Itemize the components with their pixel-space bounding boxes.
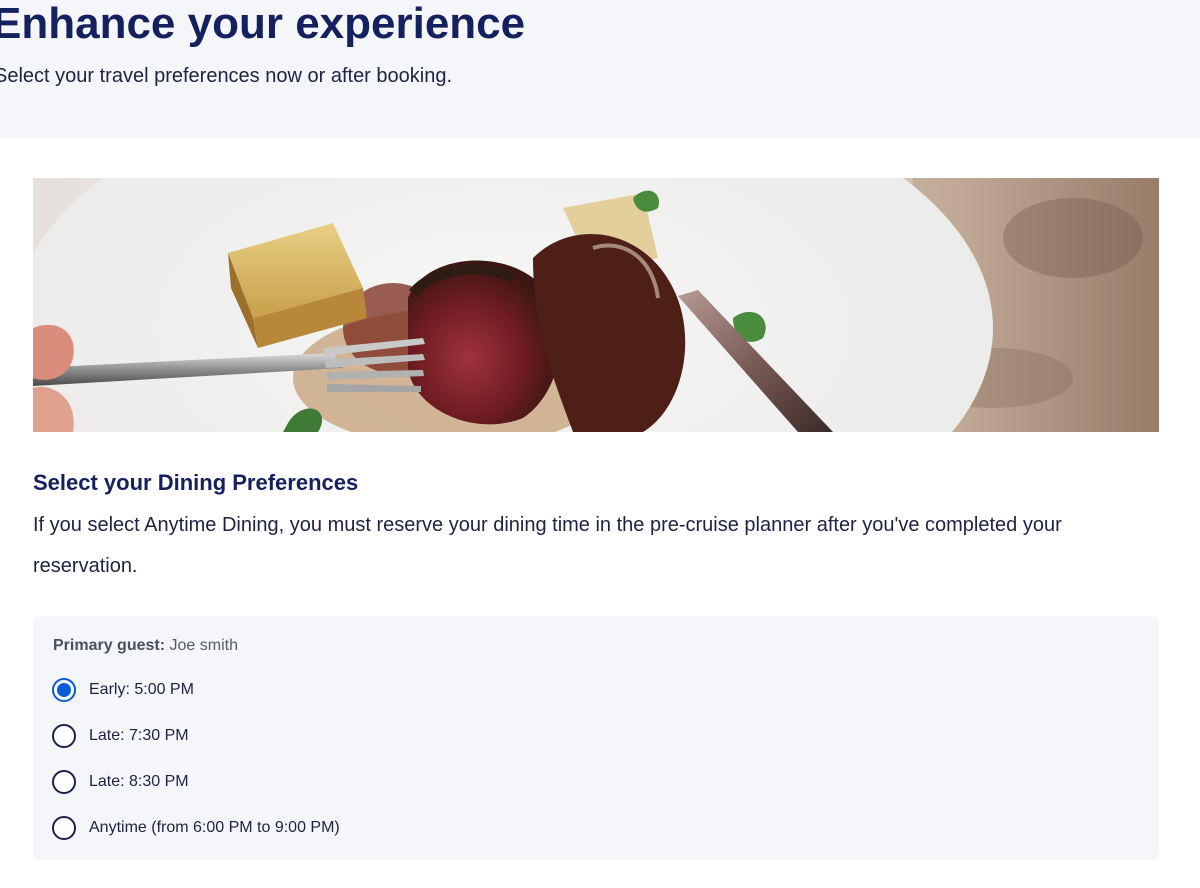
radio-button[interactable] [52,724,76,748]
primary-guest-label: Primary guest: [53,637,166,654]
dining-option-label: Late: 7:30 PM [89,727,189,744]
dining-hero-image [33,178,1159,432]
radio-button[interactable] [52,770,76,794]
dining-option-late-830[interactable]: Late: 8:30 PM [52,768,189,796]
dining-option-label: Early: 5:00 PM [89,681,194,698]
page-title: Enhance your experience [0,0,526,48]
dining-option-late-730[interactable]: Late: 7:30 PM [52,722,189,750]
dining-preferences-heading: Select your Dining Preferences [33,470,359,495]
primary-guest-line: Primary guest: Joe smith [53,636,238,656]
dining-description: If you select Anytime Dining, you must r… [33,514,1062,577]
header-band: Enhance your experience Select your trav… [0,0,1200,138]
radio-button[interactable] [52,816,76,840]
dining-option-early-500[interactable]: Early: 5:00 PM [52,676,194,704]
radio-button[interactable] [52,678,76,702]
dining-option-anytime[interactable]: Anytime (from 6:00 PM to 9:00 PM) [52,814,340,842]
page: Enhance your experience Select your trav… [0,0,1200,888]
page-subtitle: Select your travel preferences now or af… [0,65,453,87]
guest-dining-panel: Primary guest: Joe smith Early: 5:00 PM … [33,616,1159,860]
dining-option-label: Anytime (from 6:00 PM to 9:00 PM) [89,819,340,836]
primary-guest-name: Joe smith [169,637,238,654]
dining-option-label: Late: 8:30 PM [89,773,189,790]
